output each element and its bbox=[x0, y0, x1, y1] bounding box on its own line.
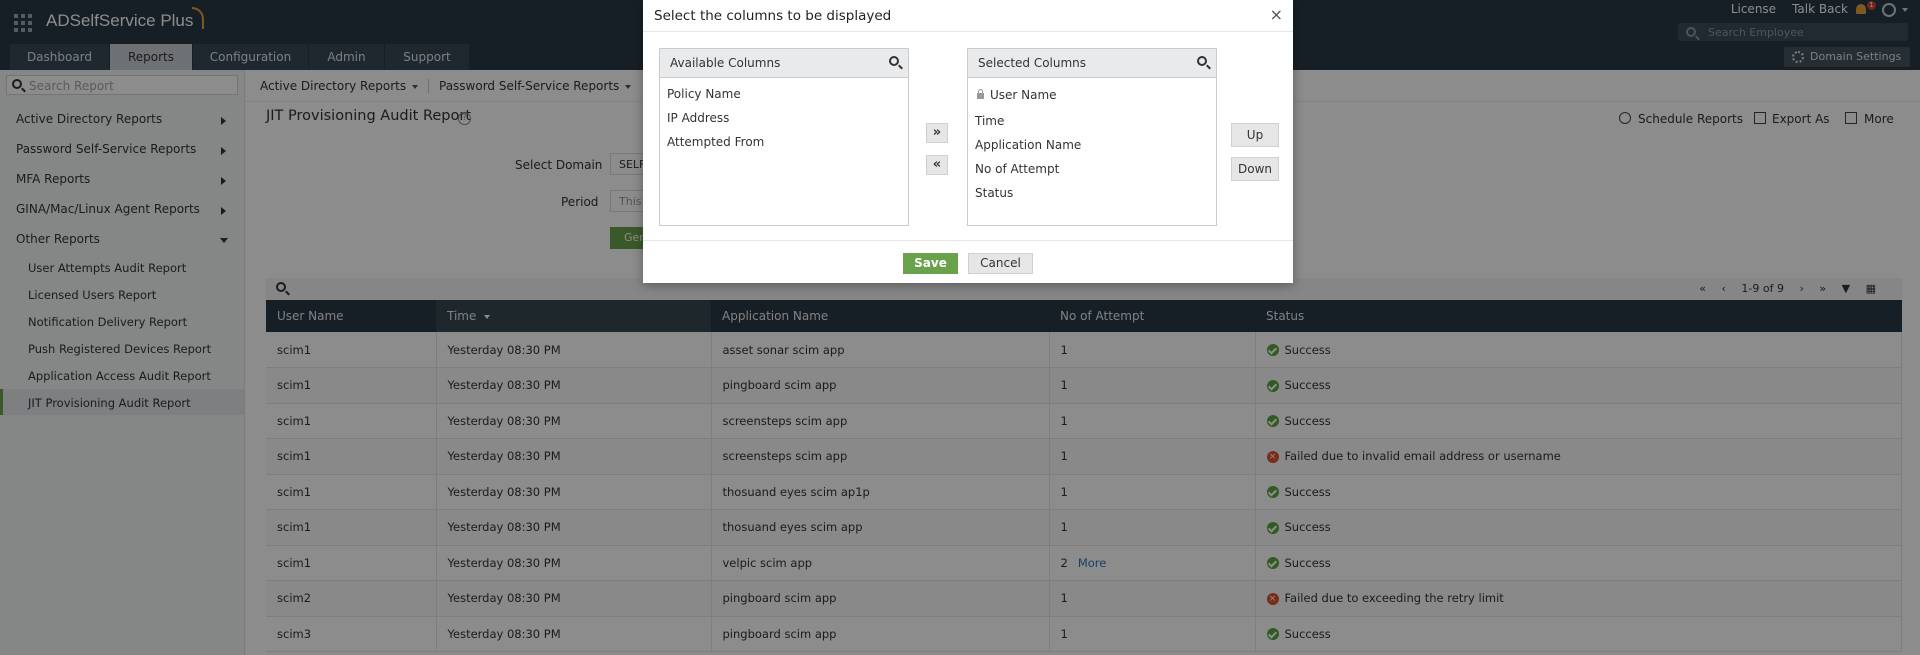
selected-column-item[interactable]: Application Name bbox=[968, 133, 1216, 157]
dialog-header: Select the columns to be displayed × bbox=[643, 0, 1293, 32]
available-columns-header: Available Columns bbox=[660, 49, 908, 78]
selected-column-label: User Name bbox=[990, 88, 1057, 102]
available-column-item[interactable]: IP Address bbox=[660, 106, 908, 130]
available-column-item[interactable]: Policy Name bbox=[660, 82, 908, 106]
selected-column-item[interactable]: No of Attempt bbox=[968, 157, 1216, 181]
selected-column-locked: User Name bbox=[968, 82, 1216, 109]
available-columns-title: Available Columns bbox=[670, 56, 781, 70]
available-columns-list: Available Columns Policy Name IP Address A… bbox=[659, 48, 909, 226]
close-icon[interactable]: × bbox=[1270, 5, 1283, 24]
dialog-title: Select the columns to be displayed bbox=[654, 8, 892, 24]
cancel-button[interactable]: Cancel bbox=[968, 253, 1033, 274]
save-button[interactable]: Save bbox=[903, 253, 958, 274]
lock-icon bbox=[977, 88, 984, 99]
move-left-button[interactable]: « bbox=[926, 155, 948, 175]
selected-column-item[interactable]: Time bbox=[968, 109, 1216, 133]
move-down-button[interactable]: Down bbox=[1231, 157, 1279, 181]
selected-column-item[interactable]: Status bbox=[968, 181, 1216, 205]
selected-columns-title: Selected Columns bbox=[978, 56, 1087, 70]
move-up-button[interactable]: Up bbox=[1231, 123, 1279, 147]
move-right-button[interactable]: » bbox=[926, 123, 948, 143]
selected-columns-list: Selected Columns User Name Time Applicati… bbox=[967, 48, 1217, 226]
column-chooser-dialog: Select the columns to be displayed × Ava… bbox=[643, 0, 1293, 283]
search-icon[interactable] bbox=[1197, 56, 1207, 66]
selected-columns-header: Selected Columns bbox=[968, 49, 1216, 78]
selected-columns-items: User Name Time Application Name No of Atte… bbox=[968, 78, 1216, 205]
available-columns-items: Policy Name IP Address Attempted From bbox=[660, 78, 908, 154]
search-icon[interactable] bbox=[889, 56, 899, 66]
available-column-item[interactable]: Attempted From bbox=[660, 130, 908, 154]
dialog-footer: Save Cancel bbox=[643, 240, 1293, 283]
